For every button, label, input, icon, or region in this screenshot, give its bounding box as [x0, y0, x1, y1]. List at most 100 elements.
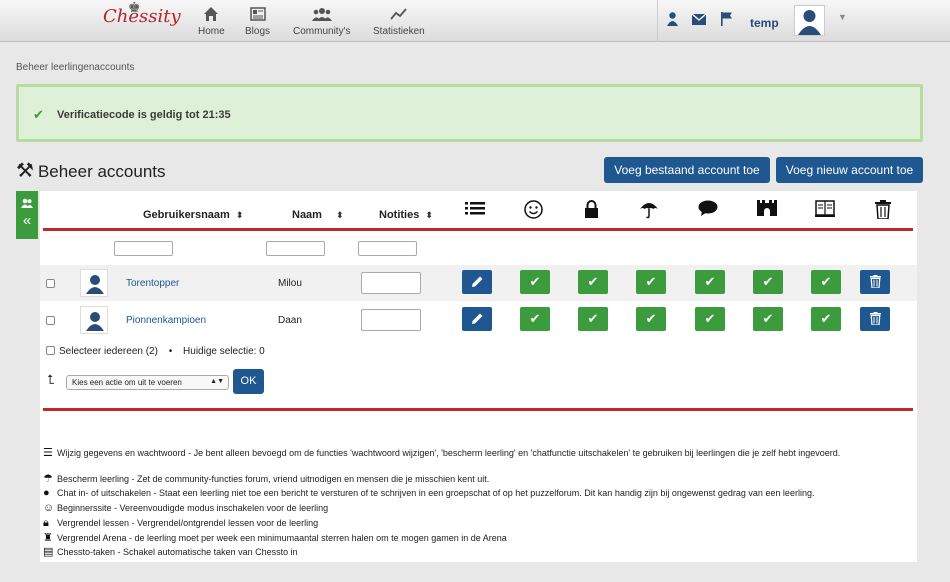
blog-icon — [245, 6, 270, 26]
legend-item: ● Chat in- of uitschakelen - Staat een le… — [43, 487, 815, 499]
arena-icon — [754, 200, 780, 221]
side-collapse-tab[interactable]: « — [16, 191, 38, 239]
current-selection-label: Huidige selectie: 0 — [183, 346, 265, 357]
toggle-lock-lessons[interactable]: ✔ — [578, 307, 608, 331]
toggle-chat[interactable]: ✔ — [695, 270, 725, 294]
trash-icon — [870, 200, 896, 224]
delete-button[interactable] — [860, 307, 890, 331]
chevron-down-icon: ▲▼ — [210, 378, 224, 385]
home-icon — [198, 6, 225, 26]
notes-input[interactable] — [361, 309, 421, 331]
legend-item: ♜ Vergrendel Arena - de leerling moet per… — [43, 532, 507, 544]
check-icon: ✔ — [529, 274, 541, 289]
trash-icon — [869, 312, 881, 326]
student-name: Daan — [278, 315, 302, 326]
selection-bar: Selecteer iedereen (2) • Huidige selecti… — [46, 346, 265, 357]
sort-icon: ⬍ — [425, 210, 433, 220]
lock-icon: 🔒︎ — [43, 517, 49, 529]
toggle-chat[interactable]: ✔ — [695, 307, 725, 331]
check-icon: ✔ — [645, 311, 657, 326]
check-icon: ✔ — [33, 107, 44, 122]
double-chevron-left-icon: « — [22, 212, 32, 229]
select-all-label[interactable]: Selecteer iedereen (2) — [59, 346, 158, 357]
legend-item: ☂ Bescherm leerling - Zet de community-fu… — [43, 473, 490, 485]
filter-name-input[interactable] — [266, 241, 325, 256]
success-alert: ✔ Verificatiecode is geldig tot 21:35 — [16, 84, 923, 142]
person-icon — [86, 275, 104, 294]
column-header-username[interactable]: Gebruikersnaam ⬍ — [143, 209, 243, 221]
chess-king-icon: ♚ — [128, 0, 141, 16]
tools-icon: ⚒ — [16, 160, 34, 182]
check-icon: ✔ — [762, 311, 774, 326]
username-link[interactable]: Pionnenkampioen — [126, 315, 206, 326]
legend-item: ☺ Beginnerssite - Vereenvoudigde modus in… — [43, 502, 329, 514]
header-divider — [43, 228, 913, 231]
legend-item: ▤ Chessto-taken - Schakel automatische ta… — [43, 546, 298, 558]
row-checkbox[interactable] — [46, 279, 55, 288]
table-row: Torentopper Milou ✔ ✔ ✔ ✔ ✔ ✔ — [40, 265, 917, 301]
edit-button[interactable] — [462, 270, 492, 294]
username-label[interactable]: temp — [750, 16, 779, 30]
chessity-logo[interactable]: ♚ Chessity — [103, 0, 181, 27]
check-icon: ✔ — [820, 274, 832, 289]
nav-communities[interactable]: Community's — [293, 6, 350, 37]
toggle-protect-student[interactable]: ✔ — [636, 270, 666, 294]
toggle-beginner-site[interactable]: ✔ — [520, 307, 550, 331]
smiley-icon — [520, 200, 546, 224]
column-header-name[interactable]: Naam ⬍ — [292, 209, 344, 221]
umbrella-icon: ☂ — [43, 473, 53, 485]
column-header-notes[interactable]: Notities ⬍ — [379, 209, 433, 221]
row-checkbox[interactable] — [46, 316, 55, 325]
student-name: Milou — [278, 278, 302, 289]
top-navigation-bar: ♚ Chessity Home Blogs Community's Statis… — [0, 0, 950, 42]
toggle-beginner-site[interactable]: ✔ — [520, 270, 550, 294]
person-icon — [86, 312, 104, 331]
toggle-arena[interactable]: ✔ — [753, 307, 783, 331]
lock-icon — [578, 200, 604, 223]
community-icon — [293, 6, 350, 26]
legend-item: ☰ Wijzig gegevens en wachtwoord - Je bent… — [43, 447, 841, 459]
users-icon — [16, 191, 38, 211]
username-link[interactable]: Torentopper — [126, 278, 179, 289]
smiley-icon: ☺ — [43, 502, 55, 514]
nav-statistics[interactable]: Statistieken — [373, 6, 425, 37]
bullet-separator: • — [168, 346, 173, 357]
umbrella-icon — [636, 200, 662, 224]
page-title: ⚒ Beheer accounts — [16, 160, 166, 182]
chat-icon: ● — [43, 487, 50, 499]
toggle-protect-student[interactable]: ✔ — [636, 307, 666, 331]
toggle-arena[interactable]: ✔ — [753, 270, 783, 294]
user-area: temp ▼ — [657, 0, 950, 42]
chevron-down-icon[interactable]: ▼ — [838, 12, 847, 22]
notes-input[interactable] — [361, 272, 421, 294]
list-icon — [462, 200, 488, 220]
delete-button[interactable] — [860, 270, 890, 294]
toggle-chessto-tasks[interactable]: ✔ — [811, 270, 841, 294]
ok-button[interactable]: OK — [233, 369, 264, 394]
add-new-account-button[interactable]: Voeg nieuw account toe — [776, 157, 923, 183]
filter-username-input[interactable] — [114, 241, 173, 256]
select-all-checkbox[interactable] — [46, 346, 55, 355]
mail-icon[interactable] — [691, 12, 707, 28]
action-select[interactable]: Kies een actie om uit te voeren ▲▼ — [66, 375, 229, 390]
add-existing-account-button[interactable]: Voeg bestaand account toe — [604, 157, 770, 183]
pencil-icon — [472, 276, 483, 287]
trash-icon — [869, 275, 881, 289]
pencil-icon — [472, 313, 483, 324]
breadcrumb: Beheer leerlingenaccounts — [16, 62, 135, 73]
statistics-icon — [373, 6, 425, 26]
toggle-lock-lessons[interactable]: ✔ — [578, 270, 608, 294]
user-icon[interactable] — [667, 12, 678, 29]
check-icon: ✔ — [704, 311, 716, 326]
toggle-chessto-tasks[interactable]: ✔ — [811, 307, 841, 331]
nav-home[interactable]: Home — [198, 6, 225, 37]
check-icon: ✔ — [529, 311, 541, 326]
check-icon: ✔ — [820, 311, 832, 326]
flag-icon[interactable] — [721, 12, 732, 29]
user-avatar[interactable] — [794, 5, 825, 36]
nav-blogs[interactable]: Blogs — [245, 6, 270, 37]
filter-notes-input[interactable] — [358, 241, 417, 256]
edit-button[interactable] — [462, 307, 492, 331]
chat-icon — [695, 200, 721, 221]
check-icon: ✔ — [587, 311, 599, 326]
